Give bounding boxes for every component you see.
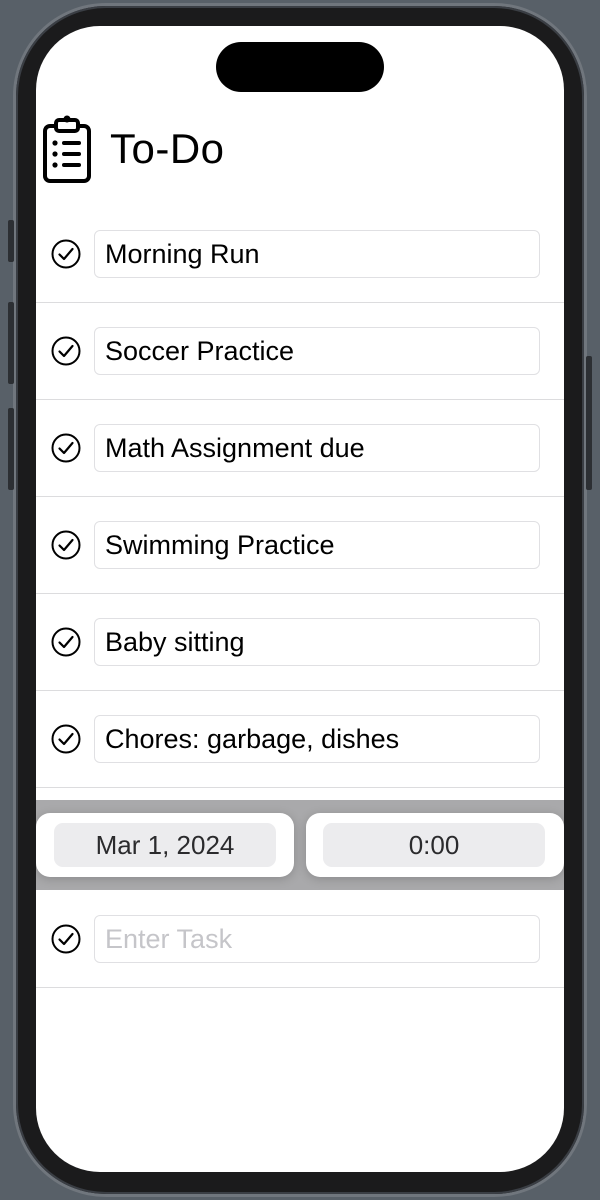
- task-text-field[interactable]: Chores: garbage, dishes: [94, 715, 540, 763]
- task-text: Swimming Practice: [105, 529, 335, 560]
- date-picker-button[interactable]: Mar 1, 2024: [54, 823, 276, 867]
- checkmark-circle-icon[interactable]: [51, 530, 81, 560]
- checkmark-circle-icon[interactable]: [51, 724, 81, 754]
- checkmark-circle-icon[interactable]: [51, 924, 81, 954]
- power-button: [586, 356, 592, 490]
- checkmark-circle-icon[interactable]: [51, 627, 81, 657]
- action-button: [8, 220, 14, 262]
- volume-up-button: [8, 302, 14, 384]
- task-row: Chores: garbage, dishes: [36, 691, 564, 788]
- task-text-field[interactable]: Soccer Practice: [94, 327, 540, 375]
- date-value: Mar 1, 2024: [95, 829, 235, 860]
- task-text-field[interactable]: Math Assignment due: [94, 424, 540, 472]
- task-row: Swimming Practice: [36, 497, 564, 594]
- time-value: 0:00: [408, 829, 460, 860]
- task-text: Math Assignment due: [105, 432, 365, 463]
- task-text: Soccer Practice: [105, 335, 295, 366]
- task-text: Baby sitting: [105, 626, 245, 657]
- task-row: Baby sitting: [36, 594, 564, 691]
- time-picker-card: 0:00: [306, 813, 564, 877]
- enter-task-placeholder: Enter Task: [105, 923, 233, 954]
- enter-task-input[interactable]: Enter Task: [94, 915, 540, 963]
- task-text-field[interactable]: Baby sitting: [94, 618, 540, 666]
- checkmark-circle-icon[interactable]: [51, 336, 81, 366]
- task-row: Morning Run: [36, 206, 564, 303]
- checkmark-circle-icon[interactable]: [51, 239, 81, 269]
- task-text: Morning Run: [105, 238, 260, 269]
- task-text: Chores: garbage, dishes: [105, 723, 400, 754]
- date-time-picker-bar: Mar 1, 2024 0:00: [36, 800, 564, 890]
- app-header: To-Do: [42, 112, 225, 186]
- new-task-row: Enter Task: [36, 891, 564, 988]
- task-row: Soccer Practice: [36, 303, 564, 400]
- volume-down-button: [8, 408, 14, 490]
- dynamic-island: [216, 42, 384, 92]
- app-screen: To-Do Morning Run Soccer Practice Math Ass…: [36, 26, 564, 1172]
- task-text-field[interactable]: Swimming Practice: [94, 521, 540, 569]
- checkmark-circle-icon[interactable]: [51, 433, 81, 463]
- date-picker-card: Mar 1, 2024: [36, 813, 294, 877]
- time-picker-button[interactable]: 0:00: [323, 823, 545, 867]
- task-text-field[interactable]: Morning Run: [94, 230, 540, 278]
- page-title: To-Do: [110, 125, 225, 172]
- clipboard-list-icon: [42, 114, 92, 184]
- task-row: Math Assignment due: [36, 400, 564, 497]
